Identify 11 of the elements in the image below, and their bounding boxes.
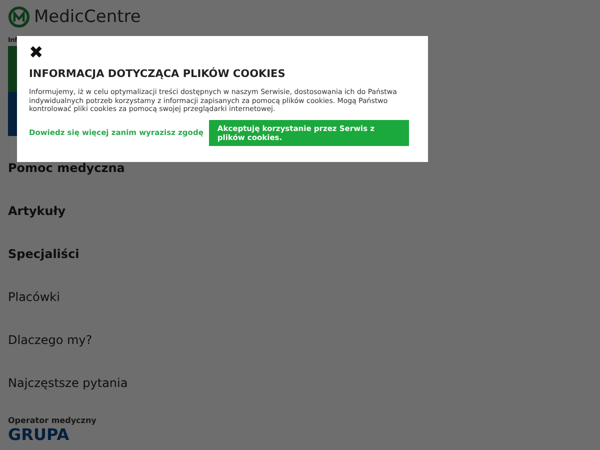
menu-item[interactable]: Specjaliści [8, 232, 592, 275]
menu-item[interactable]: Artykuły [8, 189, 592, 232]
logo-text[interactable]: MedicCentre [34, 7, 141, 27]
dialog-title: INFORMACJA DOTYCZĄCA PLIKÓW COOKIES [29, 68, 286, 80]
menu-item[interactable]: Najczęstsze pytania [8, 361, 592, 404]
operator-label: Operator medyczny [8, 416, 98, 425]
menu-item[interactable]: Placówki [8, 275, 592, 318]
close-button[interactable]: ✖ [29, 44, 44, 62]
menu-item[interactable]: Dlaczego my? [8, 318, 592, 361]
brand-logo[interactable]: GRUPA [8, 427, 592, 443]
logo-icon [8, 6, 30, 28]
